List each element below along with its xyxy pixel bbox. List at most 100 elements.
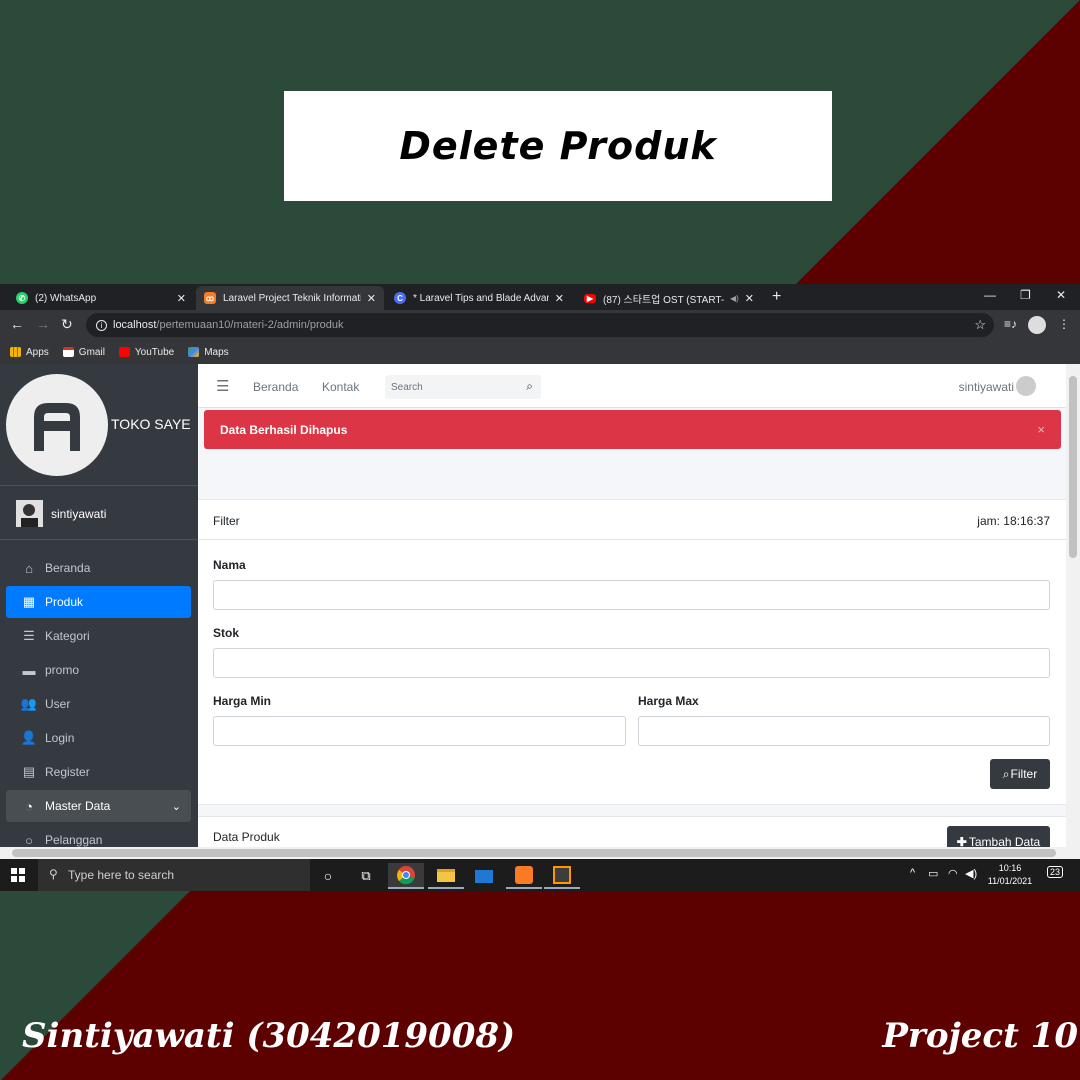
notification-badge[interactable]: 23 — [1047, 866, 1064, 878]
taskbar-clock[interactable]: 10:16 11/01/2021 — [983, 862, 1037, 888]
xampp-icon: ꝏ — [204, 292, 216, 304]
new-tab-button[interactable]: + — [772, 288, 781, 306]
navbar-username[interactable]: sintiyawati — [959, 380, 1014, 394]
sidebar-item-produk[interactable]: ▦ Produk — [6, 586, 191, 618]
horizontal-scroll-thumb[interactable] — [12, 849, 1056, 857]
bookmark-label: Maps — [204, 346, 229, 358]
volume-icon[interactable]: ◀) — [965, 867, 977, 880]
alert-message: Data Berhasil Dihapus — [220, 422, 348, 437]
close-tab-icon[interactable]: ✕ — [555, 292, 564, 305]
navbar-avatar[interactable] — [1016, 376, 1036, 396]
bookmark-gmail[interactable]: Gmail — [62, 346, 105, 358]
info-icon[interactable]: i — [96, 319, 107, 331]
sidebar: TOKO SAYE sintiyawati ⌂ Beranda ▦ Produk — [0, 364, 198, 847]
taskbar-date: 11/01/2021 — [987, 876, 1033, 886]
youtube-icon: ▶ — [584, 293, 596, 303]
hamburger-menu-icon[interactable]: ☰ — [216, 377, 229, 395]
list-icon: ☰ — [23, 628, 35, 643]
close-alert-icon[interactable]: × — [1037, 422, 1045, 437]
minimize-icon[interactable]: — — [984, 288, 996, 302]
sidebar-item-beranda[interactable]: ⌂ Beranda — [6, 552, 191, 584]
chevron-down-icon: ⌄ — [171, 800, 181, 813]
bookmark-apps[interactable]: Apps — [10, 347, 49, 358]
tab-laravel-project[interactable]: ꝏ Laravel Project Teknik Informatika ✕ — [196, 286, 384, 310]
sidebar-item-promo[interactable]: ▬ promo — [6, 654, 191, 686]
nav-link-beranda[interactable]: Beranda — [253, 380, 298, 394]
add-data-button[interactable]: ✚ Tambah Data — [947, 826, 1050, 847]
bookmark-star-icon[interactable]: ☆ — [974, 317, 986, 333]
sidebar-user-panel[interactable]: sintiyawati — [0, 486, 198, 540]
close-tab-icon[interactable]: ✕ — [745, 292, 754, 305]
sidebar-brand[interactable]: TOKO SAYE — [0, 364, 198, 486]
sidebar-item-user[interactable]: 👥 User — [6, 688, 191, 720]
search-icon[interactable]: ⌕ — [526, 379, 533, 394]
xampp-taskbar-icon[interactable] — [506, 863, 542, 889]
tab-label: * Laravel Tips and Blade Advance — [413, 292, 549, 304]
stok-input[interactable] — [213, 648, 1050, 678]
tab-youtube[interactable]: ▶ (87) 스타트업 OST (START-UP ◀) ✕ — [576, 286, 762, 310]
plus-icon: ✚ — [956, 835, 967, 847]
browser-window: ✆ (2) WhatsApp ✕ ꝏ Laravel Project Tekni… — [0, 284, 1080, 891]
task-view-icon[interactable]: ⧉ — [348, 863, 384, 889]
filter-button[interactable]: ⌕ Filter — [990, 759, 1050, 789]
taskbar-search-input[interactable]: ⚲ Type here to search — [38, 859, 310, 891]
nama-label: Nama — [213, 558, 246, 572]
wifi-icon[interactable]: ◠ — [948, 867, 958, 880]
chrome-taskbar-icon[interactable] — [388, 863, 424, 889]
sidebar-item-label: Pelanggan — [45, 833, 103, 847]
tab-bar: ✆ (2) WhatsApp ✕ ꝏ Laravel Project Tekni… — [0, 284, 1080, 310]
tab-label: Laravel Project Teknik Informatika — [223, 292, 361, 304]
bookmark-youtube[interactable]: YouTube — [118, 347, 174, 358]
stok-label: Stok — [213, 626, 240, 640]
bookmark-maps[interactable]: Maps — [188, 346, 229, 358]
dashboard-icon: ◔ — [25, 798, 33, 814]
profile-avatar[interactable] — [1028, 316, 1046, 334]
nama-input[interactable] — [213, 580, 1050, 610]
cortana-icon[interactable]: ○ — [310, 863, 346, 889]
poster-title-card: Delete Produk — [284, 91, 832, 201]
project-caption: Project 10 — [882, 1016, 1078, 1056]
sidebar-item-master-data[interactable]: ◔ Master Data ⌄ — [6, 790, 191, 822]
filter-card-header: Filter jam: 18:16:37 — [198, 500, 1066, 540]
close-window-icon[interactable]: ✕ — [1056, 288, 1066, 302]
back-icon[interactable]: ← — [10, 316, 24, 332]
close-tab-icon[interactable]: ✕ — [177, 292, 186, 305]
tab-whatsapp[interactable]: ✆ (2) WhatsApp ✕ — [8, 286, 194, 310]
harga-max-input[interactable] — [638, 716, 1050, 746]
bookmark-label: Gmail — [78, 346, 105, 358]
search-placeholder: Search — [391, 381, 423, 393]
harga-min-label: Harga Min — [213, 694, 272, 708]
poster-title: Delete Produk — [399, 124, 717, 168]
battery-icon[interactable]: ▭ — [928, 867, 938, 880]
page-viewport: TOKO SAYE sintiyawati ⌂ Beranda ▦ Produk — [0, 364, 1080, 847]
vertical-scroll-thumb[interactable] — [1069, 376, 1077, 558]
mail-icon[interactable] — [466, 863, 502, 889]
windows-start-icon[interactable] — [11, 868, 25, 882]
close-tab-icon[interactable]: ✕ — [367, 292, 376, 305]
windows-taskbar: ⚲ Type here to search ○ ⧉ ^ ▭ ◠ ◀) 10:16… — [0, 859, 1080, 891]
sidebar-item-label: promo — [45, 663, 80, 677]
vertical-scrollbar[interactable] — [1066, 364, 1080, 847]
sidebar-item-kategori[interactable]: ☰ Kategori — [6, 620, 191, 652]
filter-card-title: Filter — [213, 514, 240, 528]
kebab-menu-icon[interactable]: ⋮ — [1058, 317, 1070, 331]
url-field[interactable]: i localhost/pertemuaan10/materi-2/admin/… — [86, 313, 994, 337]
restore-icon[interactable]: ❐ — [1020, 288, 1031, 302]
navbar-search-input[interactable]: Search ⌕ — [385, 375, 541, 399]
sidebar-item-label: Master Data — [45, 799, 111, 813]
tab-laravel-tips[interactable]: C * Laravel Tips and Blade Advance ✕ — [386, 286, 572, 310]
chevron-up-icon[interactable]: ^ — [910, 867, 915, 879]
nav-link-kontak[interactable]: Kontak — [322, 380, 359, 394]
speaker-icon[interactable]: ◀) — [730, 294, 739, 303]
sidebar-item-login[interactable]: 👤 Login — [6, 722, 191, 754]
sublime-text-icon[interactable] — [544, 863, 580, 889]
reload-icon[interactable]: ↻ — [61, 316, 73, 333]
home-icon: ⌂ — [25, 560, 33, 576]
forward-icon[interactable]: → — [36, 316, 50, 332]
horizontal-scrollbar[interactable] — [0, 847, 1080, 859]
sidebar-item-register[interactable]: ▤ Register — [6, 756, 191, 788]
sidebar-item-pelanggan[interactable]: ○ Pelanggan — [6, 824, 191, 848]
file-explorer-icon[interactable] — [428, 863, 464, 889]
harga-min-input[interactable] — [213, 716, 626, 746]
media-queue-icon[interactable]: ≡♪ — [1004, 317, 1017, 331]
